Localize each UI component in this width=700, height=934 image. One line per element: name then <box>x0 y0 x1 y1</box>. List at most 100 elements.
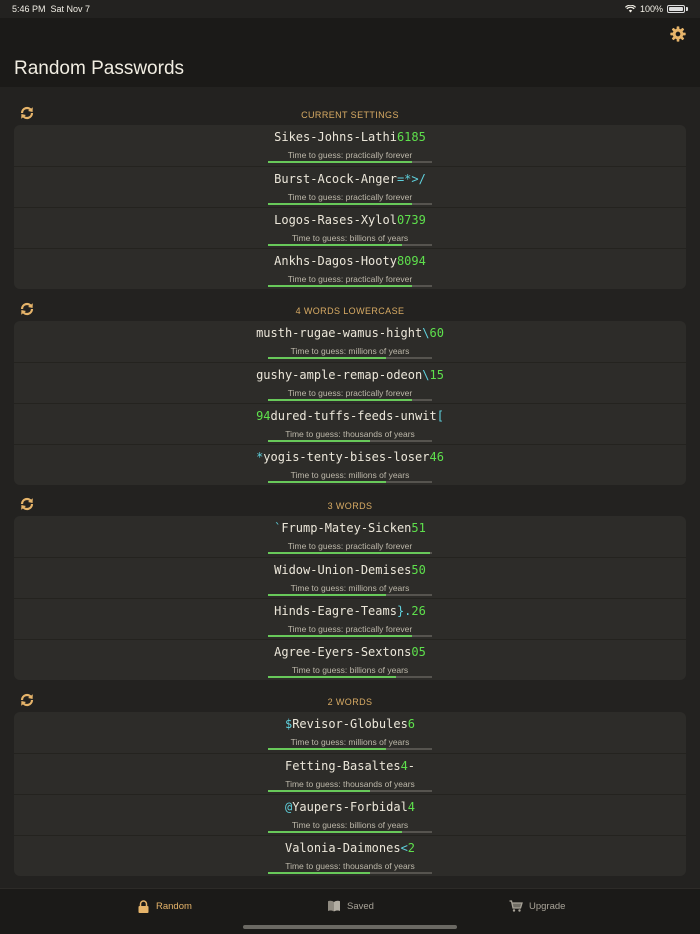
time-to-guess: Time to guess: practically forever <box>287 192 413 202</box>
password-row[interactable]: musth-rugae-wamus-hight\60 Time to guess:… <box>14 321 686 362</box>
password-text: *yogis-tenty-bises-loser46 <box>14 450 686 464</box>
password-words: Fetting-Basaltes <box>284 759 401 773</box>
password-digits: 8094 <box>396 254 426 268</box>
strength-bar-fill <box>268 203 413 205</box>
strength-bar <box>268 872 432 874</box>
tab-upgrade[interactable]: Upgrade <box>509 900 565 912</box>
battery-percent: 100% <box>639 4 663 14</box>
password-row[interactable]: Widow-Union-Demises50 Time to guess: mill… <box>14 557 686 598</box>
battery-tip <box>686 7 688 11</box>
password-row[interactable]: *yogis-tenty-bises-loser46 Time to guess:… <box>14 444 686 485</box>
home-indicator <box>243 925 457 929</box>
password-card: musth-rugae-wamus-hight\60 Time to guess:… <box>14 321 686 485</box>
strength-bar-fill <box>268 440 370 442</box>
password-row[interactable]: @Yaupers-Forbidal4 Time to guess: billion… <box>14 794 686 835</box>
strength-bar <box>268 357 432 359</box>
password-card: `Frump-Matey-Sicken51 Time to guess: prac… <box>14 516 686 680</box>
gear-icon[interactable] <box>670 26 686 42</box>
time-to-guess: Time to guess: billions of years <box>291 665 409 675</box>
password-row[interactable]: Hinds-Eagre-Teams}.26 Time to guess: prac… <box>14 598 686 639</box>
password-digits: 05 <box>411 645 426 659</box>
strength-bar-fill <box>268 831 403 833</box>
password-row[interactable]: gushy-ample-remap-odeon\15 Time to guess:… <box>14 362 686 403</box>
strength-bar-fill <box>268 594 387 596</box>
strength-bar-fill <box>268 748 387 750</box>
password-digits: 15 <box>429 368 444 382</box>
status-bar: 5:46 PM Sat Nov 7 100% <box>0 0 700 18</box>
password-row[interactable]: $Revisor-Globules6 Time to guess: million… <box>14 712 686 753</box>
section-title: 3 WORDS <box>327 501 373 511</box>
time-to-guess: Time to guess: thousands of years <box>285 779 415 789</box>
strength-bar-fill <box>268 481 387 483</box>
strength-bar-fill <box>268 244 403 246</box>
password-symbols: }. <box>396 604 412 618</box>
password-words: Widow-Union-Demises <box>274 563 412 577</box>
password-text: @Yaupers-Forbidal4 <box>14 800 686 814</box>
strength-bar <box>268 203 432 205</box>
password-text: Burst-Acock-Anger=*>/ <box>14 172 686 186</box>
password-symbols: [ <box>436 409 444 423</box>
password-text: Hinds-Eagre-Teams}.26 <box>14 604 686 618</box>
password-row[interactable]: Agree-Eyers-Sextons05 Time to guess: bill… <box>14 639 686 680</box>
password-row[interactable]: Valonia-Daimones<2 Time to guess: thousan… <box>14 835 686 876</box>
password-row[interactable]: Fetting-Basaltes4- Time to guess: thousan… <box>14 753 686 794</box>
page-title: Random Passwords <box>14 58 185 79</box>
strength-bar <box>268 594 432 596</box>
strength-bar-fill <box>268 790 370 792</box>
password-row[interactable]: Sikes-Johns-Lathi6185 Time to guess: prac… <box>14 125 686 166</box>
password-symbols: =*>/ <box>396 172 426 186</box>
password-card: Sikes-Johns-Lathi6185 Time to guess: prac… <box>14 125 686 289</box>
password-words: gushy-ample-remap-odeon <box>256 368 423 382</box>
strength-bar <box>268 831 432 833</box>
password-list[interactable]: CURRENT SETTINGS Sikes-Johns-Lathi6185 Tim… <box>0 87 700 888</box>
wifi-icon <box>624 5 636 13</box>
tab-saved[interactable]: Saved <box>327 900 374 912</box>
strength-bar-fill <box>268 161 413 163</box>
status-time: 5:46 PM Sat Nov 7 <box>12 4 91 14</box>
password-card: $Revisor-Globules6 Time to guess: million… <box>14 712 686 876</box>
password-row[interactable]: Logos-Rases-Xylol0739 Time to guess: bill… <box>14 207 686 248</box>
password-text: gushy-ample-remap-odeon\15 <box>14 368 686 382</box>
strength-bar-fill <box>268 399 413 401</box>
password-text: 94dured-tuffs-feeds-unwit[ <box>14 409 686 423</box>
password-digits: 50 <box>411 563 426 577</box>
password-row[interactable]: `Frump-Matey-Sicken51 Time to guess: prac… <box>14 516 686 557</box>
password-text: `Frump-Matey-Sicken51 <box>14 521 686 535</box>
strength-bar <box>268 285 432 287</box>
password-words: Ankhs-Dagos-Hooty <box>274 254 397 268</box>
password-words: musth-rugae-wamus-hight <box>256 326 423 340</box>
tab-random[interactable]: Random <box>137 900 192 913</box>
time-to-guess: Time to guess: millions of years <box>290 470 410 480</box>
password-text: Widow-Union-Demises50 <box>14 563 686 577</box>
password-words: Hinds-Eagre-Teams <box>274 604 397 618</box>
password-row[interactable]: Burst-Acock-Anger=*>/ Time to guess: prac… <box>14 166 686 207</box>
status-date: Sat Nov 7 <box>50 4 91 14</box>
time-to-guess: Time to guess: billions of years <box>291 820 409 830</box>
strength-bar-fill <box>268 285 413 287</box>
password-words: dured-tuffs-feeds-unwit <box>270 409 437 423</box>
password-words: Valonia-Daimones <box>284 841 401 855</box>
password-digits: 46 <box>429 450 444 464</box>
strength-bar <box>268 161 432 163</box>
section-title: CURRENT SETTINGS <box>301 110 399 120</box>
password-row[interactable]: Ankhs-Dagos-Hooty8094 Time to guess: prac… <box>14 248 686 289</box>
strength-bar <box>268 399 432 401</box>
password-digits: 4 <box>400 759 408 773</box>
password-text: Ankhs-Dagos-Hooty8094 <box>14 254 686 268</box>
cart-icon <box>509 900 523 912</box>
password-row[interactable]: 94dured-tuffs-feeds-unwit[Time to guess:… <box>14 403 686 444</box>
password-digits: 0739 <box>396 213 426 227</box>
time-to-guess: Time to guess: practically forever <box>287 541 413 551</box>
strength-bar <box>268 244 432 246</box>
strength-bar-fill <box>268 872 370 874</box>
password-text: Logos-Rases-Xylol0739 <box>14 213 686 227</box>
strength-bar-fill <box>268 635 413 637</box>
strength-bar <box>268 676 432 678</box>
password-words: Frump-Matey-Sicken <box>281 521 412 535</box>
time-to-guess: Time to guess: millions of years <box>290 346 410 356</box>
password-symbols: < <box>400 841 408 855</box>
password-digits: 60 <box>429 326 444 340</box>
password-words: Yaupers-Forbidal <box>292 800 408 814</box>
battery-icon <box>667 5 685 13</box>
tab-upgrade-label: Upgrade <box>529 900 566 912</box>
